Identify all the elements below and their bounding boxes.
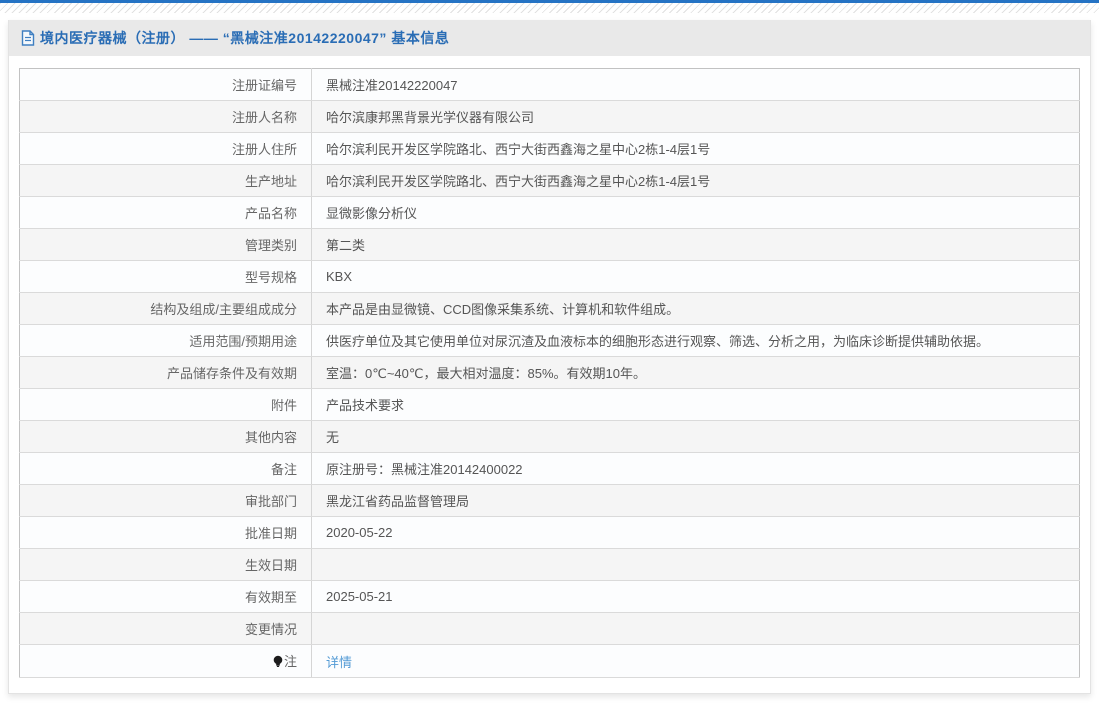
row-value: 黑械注准20142220047 <box>311 68 1080 101</box>
row-value: 2020-05-22 <box>311 516 1080 549</box>
table-row-remarks: 备注 原注册号：黑械注准20142400022 <box>19 452 1080 485</box>
table-row-certificate-number: 注册证编号 黑械注准20142220047 <box>19 68 1080 101</box>
row-value: 原注册号：黑械注准20142400022 <box>311 452 1080 485</box>
table-row-management-category: 管理类别 第二类 <box>19 228 1080 261</box>
row-value: 第二类 <box>311 228 1080 261</box>
row-label: 变更情况 <box>19 612 312 645</box>
row-value: 供医疗单位及其它使用单位对尿沉渣及血液标本的细胞形态进行观察、筛选、分析之用，为… <box>311 324 1080 357</box>
row-value: 哈尔滨康邦黑背景光学仪器有限公司 <box>311 100 1080 133</box>
table-row-valid-until: 有效期至 2025-05-21 <box>19 580 1080 613</box>
row-value: 2025-05-21 <box>311 580 1080 613</box>
table-row-intended-use: 适用范围/预期用途 供医疗单位及其它使用单位对尿沉渣及血液标本的细胞形态进行观察… <box>19 324 1080 357</box>
row-value <box>311 612 1080 645</box>
row-value: 黑龙江省药品监督管理局 <box>311 484 1080 517</box>
table-row-model-spec: 型号规格 KBX <box>19 260 1080 293</box>
table-row-attachment: 附件 产品技术要求 <box>19 388 1080 421</box>
table-row-other-content: 其他内容 无 <box>19 420 1080 453</box>
row-label: 结构及组成/主要组成成分 <box>19 292 312 325</box>
row-label: 注 <box>19 644 312 678</box>
row-value: 产品技术要求 <box>311 388 1080 421</box>
row-label: 有效期至 <box>19 580 312 613</box>
table-row-registrant-name: 注册人名称 哈尔滨康邦黑背景光学仪器有限公司 <box>19 100 1080 133</box>
row-label: 注册人名称 <box>19 100 312 133</box>
document-icon <box>21 30 35 46</box>
table-row-registrant-address: 注册人住所 哈尔滨利民开发区学院路北、西宁大街西鑫海之星中心2栋1-4层1号 <box>19 132 1080 165</box>
row-label: 附件 <box>19 388 312 421</box>
striped-divider <box>0 3 1099 13</box>
row-label: 审批部门 <box>19 484 312 517</box>
row-value <box>311 548 1080 581</box>
table-row-structure-composition: 结构及组成/主要组成成分 本产品是由显微镜、CCD图像采集系统、计算机和软件组成… <box>19 292 1080 325</box>
table-row-product-name: 产品名称 显微影像分析仪 <box>19 196 1080 229</box>
table-row-effective-date: 生效日期 <box>19 548 1080 581</box>
row-label: 批准日期 <box>19 516 312 549</box>
row-value: 详情 <box>311 644 1080 678</box>
row-value: 无 <box>311 420 1080 453</box>
page-title: 境内医疗器械（注册） —— “黑械注准20142220047” 基本信息 <box>40 30 450 46</box>
row-label: 产品储存条件及有效期 <box>19 356 312 389</box>
registration-detail-card: 境内医疗器械（注册） —— “黑械注准20142220047” 基本信息 注册证… <box>8 20 1091 694</box>
note-label: 注 <box>283 654 297 669</box>
row-value: 哈尔滨利民开发区学院路北、西宁大街西鑫海之星中心2栋1-4层1号 <box>311 132 1080 165</box>
detail-link[interactable]: 详情 <box>326 655 352 670</box>
table-row-note: 注 详情 <box>19 644 1080 678</box>
row-value: 本产品是由显微镜、CCD图像采集系统、计算机和软件组成。 <box>311 292 1080 325</box>
table-row-production-address: 生产地址 哈尔滨利民开发区学院路北、西宁大街西鑫海之星中心2栋1-4层1号 <box>19 164 1080 197</box>
row-label: 产品名称 <box>19 196 312 229</box>
card-header: 境内医疗器械（注册） —— “黑械注准20142220047” 基本信息 <box>9 20 1090 56</box>
row-label: 生效日期 <box>19 548 312 581</box>
row-label: 备注 <box>19 452 312 485</box>
table-row-storage-validity: 产品储存条件及有效期 室温：0℃~40℃，最大相对温度：85%。有效期10年。 <box>19 356 1080 389</box>
row-label: 适用范围/预期用途 <box>19 324 312 357</box>
row-label: 其他内容 <box>19 420 312 453</box>
row-value: KBX <box>311 260 1080 293</box>
row-label: 生产地址 <box>19 164 312 197</box>
row-label: 注册人住所 <box>19 132 312 165</box>
bulb-icon <box>273 655 283 671</box>
row-value: 室温：0℃~40℃，最大相对温度：85%。有效期10年。 <box>311 356 1080 389</box>
row-value: 显微影像分析仪 <box>311 196 1080 229</box>
row-label: 型号规格 <box>19 260 312 293</box>
row-value: 哈尔滨利民开发区学院路北、西宁大街西鑫海之星中心2栋1-4层1号 <box>311 164 1080 197</box>
registration-info-table: 注册证编号 黑械注准20142220047 注册人名称 哈尔滨康邦黑背景光学仪器… <box>19 68 1080 678</box>
table-row-approval-date: 批准日期 2020-05-22 <box>19 516 1080 549</box>
row-label: 管理类别 <box>19 228 312 261</box>
table-row-approval-department: 审批部门 黑龙江省药品监督管理局 <box>19 484 1080 517</box>
table-row-change-status: 变更情况 <box>19 612 1080 645</box>
card-body: 注册证编号 黑械注准20142220047 注册人名称 哈尔滨康邦黑背景光学仪器… <box>9 56 1090 693</box>
row-label: 注册证编号 <box>19 68 312 101</box>
